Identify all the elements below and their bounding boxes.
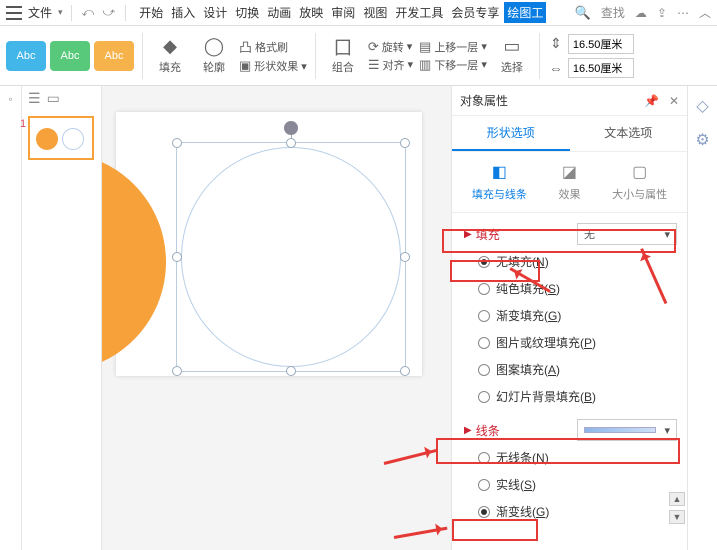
tab-transition[interactable]: 切换 bbox=[232, 2, 262, 23]
width-icon: ⇔ bbox=[548, 60, 564, 76]
shape-style-2[interactable]: Abc bbox=[50, 41, 90, 71]
line-style-dropdown[interactable]: ▾ bbox=[577, 419, 677, 441]
height-icon: ⇕ bbox=[548, 35, 564, 52]
quick-access-icon[interactable]: ⤺ bbox=[82, 5, 95, 20]
tab-shape-options[interactable]: 形状选项 bbox=[452, 116, 570, 151]
radio-fill-gradient[interactable]: 渐变填充(G) bbox=[478, 307, 677, 324]
radio-fill-slidebg[interactable]: 幻灯片背景填充(B) bbox=[478, 388, 677, 405]
tab-drawing[interactable]: 绘图工 bbox=[504, 2, 546, 23]
select-icon: ▭ bbox=[503, 37, 520, 57]
height-input[interactable] bbox=[568, 34, 634, 54]
group-button[interactable]: 囗组合 bbox=[324, 37, 362, 75]
resize-handle[interactable] bbox=[400, 366, 410, 376]
shape-style-gallery[interactable]: Abc Abc Abc bbox=[6, 41, 134, 71]
subtab-effect[interactable]: ◪效果 bbox=[558, 162, 580, 202]
more-icon[interactable]: ⋯ bbox=[677, 6, 689, 20]
tab-view[interactable]: 视图 bbox=[360, 2, 390, 23]
fill-line-icon: ◧ bbox=[492, 162, 507, 182]
selection-rect[interactable] bbox=[176, 142, 406, 372]
radio-fill-none[interactable]: 无填充(N) bbox=[478, 253, 677, 270]
slide-number: 1 bbox=[20, 118, 26, 130]
tab-review[interactable]: 审阅 bbox=[328, 2, 358, 23]
radio-line-gradient[interactable]: 渐变线(G) bbox=[478, 503, 677, 520]
radio-fill-solid[interactable]: 纯色填充(S) bbox=[478, 280, 677, 297]
rotate-handle[interactable] bbox=[284, 121, 298, 135]
tab-slideshow[interactable]: 放映 bbox=[296, 2, 326, 23]
rail-icon[interactable]: ◇ bbox=[696, 96, 708, 116]
slide-canvas[interactable] bbox=[102, 86, 451, 550]
outline-icon: ◯ bbox=[204, 37, 224, 57]
width-input[interactable] bbox=[568, 58, 634, 78]
ribbon-tabs: 开始 插入 设计 切换 动画 放映 审阅 视图 开发工具 会员专享 绘图工 bbox=[136, 2, 546, 23]
rotate-icon: ⟳ bbox=[368, 39, 379, 55]
group-icon: 囗 bbox=[334, 37, 352, 57]
shape-style-1[interactable]: Abc bbox=[6, 41, 46, 71]
pin-icon[interactable]: 📌 bbox=[644, 94, 659, 108]
effect-icon: ▣ bbox=[239, 58, 251, 74]
close-icon[interactable]: ◦ bbox=[8, 92, 12, 106]
resize-handle[interactable] bbox=[400, 138, 410, 148]
align-button[interactable]: ☰对齐▾ bbox=[368, 57, 413, 73]
subtab-fill-line[interactable]: ◧填充与线条 bbox=[472, 162, 527, 202]
radio-line-solid[interactable]: 实线(S) bbox=[478, 476, 677, 493]
resize-handle[interactable] bbox=[286, 366, 296, 376]
backward-icon: ▥ bbox=[419, 57, 431, 73]
resize-handle[interactable] bbox=[172, 366, 182, 376]
file-dropdown-icon[interactable]: ▾ bbox=[58, 7, 63, 18]
resize-handle[interactable] bbox=[286, 138, 296, 148]
resize-handle[interactable] bbox=[172, 138, 182, 148]
size-icon: ▢ bbox=[632, 162, 647, 182]
fill-type-dropdown[interactable]: 无▾ bbox=[577, 223, 677, 245]
format-brush-button[interactable]: 凸格式刷 bbox=[239, 37, 307, 56]
scroll-up-icon[interactable]: ▲ bbox=[669, 492, 685, 506]
outline-button[interactable]: ◯轮廓 bbox=[195, 37, 233, 75]
slide-thumbnail[interactable]: 1 bbox=[28, 116, 94, 160]
resize-handle[interactable] bbox=[172, 252, 182, 262]
quick-access-icon[interactable]: ⤻ bbox=[102, 5, 115, 20]
file-menu[interactable]: 文件 bbox=[28, 4, 52, 21]
effect-icon: ◪ bbox=[562, 162, 577, 182]
select-pane-button[interactable]: ▭选择 bbox=[493, 37, 531, 75]
chevron-up-icon[interactable]: ︿ bbox=[699, 4, 711, 21]
tab-design[interactable]: 设计 bbox=[200, 2, 230, 23]
shape-effect-button[interactable]: ▣形状效果▾ bbox=[239, 58, 307, 74]
cloud-icon[interactable]: ☁ bbox=[635, 6, 647, 20]
circle-shape[interactable] bbox=[181, 147, 401, 367]
outline-view-icon[interactable]: ☰ bbox=[28, 90, 41, 107]
shape-style-3[interactable]: Abc bbox=[94, 41, 134, 71]
slide-view-icon[interactable]: ▭ bbox=[47, 90, 60, 107]
tab-devtools[interactable]: 开发工具 bbox=[392, 2, 446, 23]
radio-fill-picture[interactable]: 图片或纹理填充(P) bbox=[478, 334, 677, 351]
forward-icon: ▤ bbox=[419, 39, 431, 55]
tab-text-options[interactable]: 文本选项 bbox=[570, 116, 688, 151]
fill-section-header[interactable]: ▶填充 bbox=[464, 226, 500, 243]
scroll-down-icon[interactable]: ▼ bbox=[669, 510, 685, 524]
rotate-button[interactable]: ⟳旋转▾ bbox=[368, 39, 413, 55]
radio-line-none[interactable]: 无线条(N) bbox=[478, 449, 677, 466]
hamburger-icon[interactable] bbox=[6, 6, 22, 20]
search-icon[interactable]: 🔍 bbox=[575, 5, 591, 21]
align-icon: ☰ bbox=[368, 57, 380, 73]
line-section-header[interactable]: ▶线条 bbox=[464, 422, 500, 439]
bring-forward-button[interactable]: ▤上移一层▾ bbox=[419, 39, 487, 55]
tab-animation[interactable]: 动画 bbox=[264, 2, 294, 23]
resize-handle[interactable] bbox=[400, 252, 410, 262]
rail-settings-icon[interactable]: ⚙ bbox=[695, 130, 709, 150]
send-backward-button[interactable]: ▥下移一层▾ bbox=[419, 57, 487, 73]
fill-icon: ◆ bbox=[163, 37, 177, 57]
tab-start[interactable]: 开始 bbox=[136, 2, 166, 23]
subtab-size[interactable]: ▢大小与属性 bbox=[612, 162, 667, 202]
panel-title: 对象属性 bbox=[460, 92, 508, 109]
tab-insert[interactable]: 插入 bbox=[168, 2, 198, 23]
radio-fill-pattern[interactable]: 图案填充(A) bbox=[478, 361, 677, 378]
close-panel-icon[interactable]: ✕ bbox=[669, 94, 679, 108]
search-label[interactable]: 查找 bbox=[601, 4, 625, 21]
share-icon[interactable]: ⇪ bbox=[657, 6, 667, 20]
tab-member[interactable]: 会员专享 bbox=[448, 2, 502, 23]
fill-button[interactable]: ◆填充 bbox=[151, 37, 189, 75]
brush-icon: 凸 bbox=[239, 37, 252, 56]
